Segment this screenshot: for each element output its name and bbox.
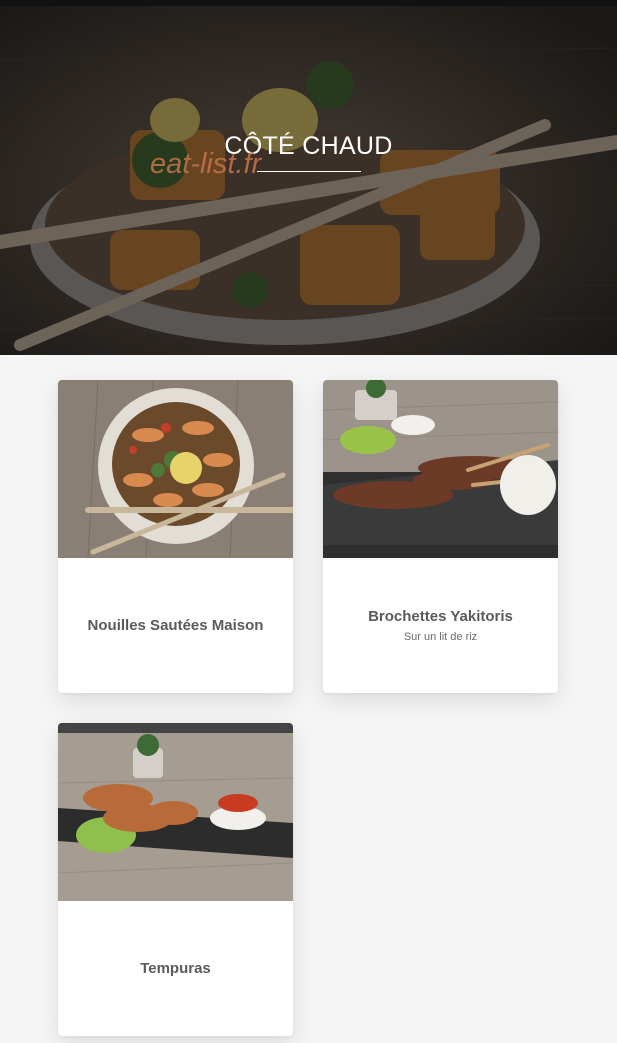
watermark: eat-list.fr	[150, 148, 262, 180]
menu-card-tempuras[interactable]: Tempuras	[58, 723, 293, 1036]
dish-name: Nouilles Sautées Maison	[87, 617, 264, 634]
card-body: Tempuras	[58, 901, 293, 1036]
dish-photo-brochettes	[323, 380, 558, 558]
card-body: Brochettes Yakitoris Sur un lit de riz	[323, 558, 558, 693]
hero-food-photo	[0, 0, 617, 355]
dish-photo-nouilles	[58, 380, 293, 558]
section-title: CÔTÉ CHAUD	[224, 132, 393, 160]
card-body: Nouilles Sautées Maison	[58, 558, 293, 693]
dish-description: Sur un lit de riz	[403, 631, 478, 643]
hero-banner: CÔTÉ CHAUD eat-list.fr	[0, 0, 617, 355]
dish-photo-tempuras	[58, 723, 293, 901]
menu-card-nouilles[interactable]: Nouilles Sautées Maison	[58, 380, 293, 693]
dish-name: Brochettes Yakitoris	[368, 608, 513, 625]
section-title-underline	[257, 171, 361, 172]
dish-name: Tempuras	[140, 960, 211, 977]
menu-card-brochettes[interactable]: Brochettes Yakitoris Sur un lit de riz	[323, 380, 558, 693]
